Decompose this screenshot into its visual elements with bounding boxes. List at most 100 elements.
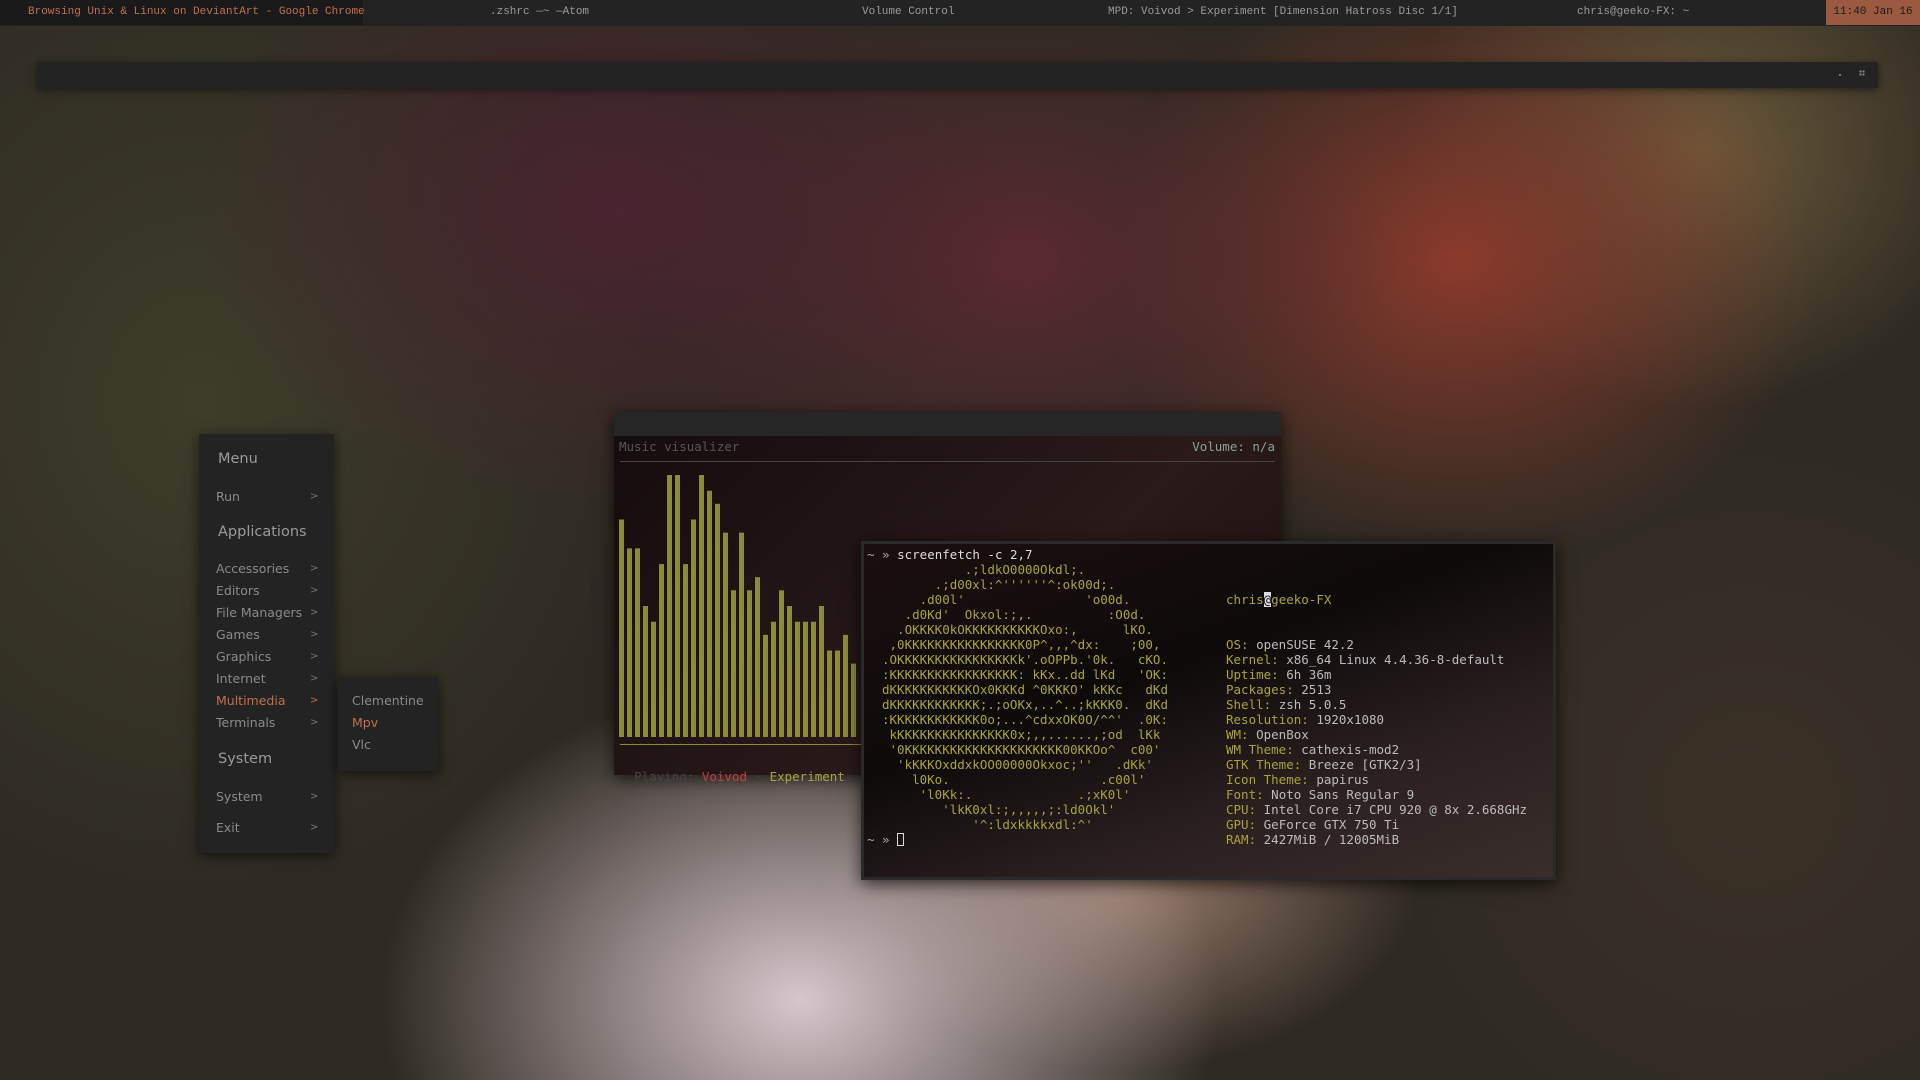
ascii-line: .d00l' 'o00d. (882, 592, 1131, 607)
info-value: 1920x1080 (1316, 712, 1385, 727)
spectrum-bar (779, 590, 784, 737)
ascii-line: .;d00xl:^''''''^:ok00d;. (882, 577, 1116, 592)
chevron-right-icon: > (310, 629, 319, 640)
info-key: RAM: (1226, 832, 1257, 847)
ascii-line: '^:ldxkkkkxdl:^' (882, 817, 1093, 832)
chevron-right-icon: > (310, 585, 319, 596)
task-terminal[interactable]: chris@geeko-FX: ~ (1577, 0, 1689, 25)
applications-header: Applications (218, 524, 307, 540)
info-line: CPU: Intel Core i7 CPU 920 @ 8x 2.668GHz (1226, 802, 1527, 817)
menu-item-accessories[interactable]: Accessories (216, 561, 289, 576)
ascii-line: kKKKKKKKKKKKKKKK0x;,,......,;od lKk (882, 727, 1161, 742)
spectrum-bar (667, 475, 672, 737)
info-line: Icon Theme: papirus (1226, 772, 1527, 787)
menu-item-editors[interactable]: Editors (216, 583, 260, 598)
ascii-line: .;ldkO0000Okdl;. (882, 562, 1086, 577)
info-line: Uptime: 6h 36m (1226, 667, 1527, 682)
info-key: Icon Theme: (1226, 772, 1309, 787)
info-key: Kernel: (1226, 652, 1279, 667)
chevron-right-icon: > (310, 491, 319, 502)
grid-icon[interactable] (1859, 70, 1865, 76)
chevron-right-icon: > (310, 673, 319, 684)
ascii-line: 'kKKKOxddxkOO00000Okxoc;'' .dKk' (882, 757, 1153, 772)
spectrum-bar (763, 634, 768, 737)
task-atom[interactable]: .zshrc —~ —Atom (490, 0, 589, 25)
info-line: WM: OpenBox (1226, 727, 1527, 742)
volume-readout: Volume: n/a (1192, 439, 1275, 454)
spectrum-bar (675, 475, 680, 737)
menu-item-system[interactable]: System (216, 789, 263, 804)
menu-item-internet[interactable]: Internet (216, 671, 266, 686)
command: screenfetch -c 2,7 (897, 547, 1033, 562)
info-value: Breeze [GTK2/3] (1308, 757, 1422, 772)
ascii-line: 'l0Kk:. .;xK0l' (882, 787, 1131, 802)
submenu-item-clementine[interactable]: Clementine (352, 693, 424, 708)
spectrum-bar (771, 621, 776, 737)
task-mpd[interactable]: MPD: Voivod > Experiment [Dimension Hatr… (1108, 0, 1458, 25)
info-line: Packages: 2513 (1226, 682, 1527, 697)
ascii-line: .OKKKK0kOKKKKKKKKKKOxo:, lKO. (882, 622, 1153, 637)
submenu-item-mpv[interactable]: Mpv (352, 715, 378, 730)
ascii-logo: .;ldkO0000Okdl;. .;d00xl:^''''''^:ok00d;… (882, 562, 1168, 832)
ascii-line: :KKKKKKKKKKKK0o;...^cdxxOK0O/^^' .0K: (882, 712, 1168, 727)
menu-title: Menu (218, 451, 258, 467)
info-line: RAM: 2427MiB / 12005MiB (1226, 832, 1527, 847)
info-value: 2427MiB / 12005MiB (1263, 832, 1400, 847)
prompt-line[interactable]: ~ » (867, 832, 905, 847)
album: Experiment (769, 769, 845, 784)
info-key: Font: (1226, 787, 1264, 802)
artist: Voivod (701, 769, 747, 784)
menu-item-graphics[interactable]: Graphics (216, 649, 271, 664)
menu-item-exit[interactable]: Exit (216, 820, 240, 835)
user: chris (1226, 592, 1264, 607)
info-line: Resolution: 1920x1080 (1226, 712, 1527, 727)
menu-item-games[interactable]: Games (216, 627, 260, 642)
ascii-line: '0KKKKKKKKKKKKKKKKKKKKK00KKOo^ c00' (882, 742, 1161, 757)
root-menu: Menu Run > Applications Accessories > Edit… (199, 434, 334, 853)
chevron-right-icon: > (310, 651, 319, 662)
cursor (897, 833, 905, 846)
chevron-right-icon: > (310, 695, 319, 706)
chevron-right-icon: > (310, 822, 319, 833)
spectrum-bar (755, 577, 760, 737)
task-chrome[interactable]: Browsing Unix & Linux on DeviantArt - Go… (0, 0, 365, 25)
info-key: WM: (1226, 727, 1249, 742)
submenu-item-vlc[interactable]: Vlc (352, 737, 371, 752)
dot-icon[interactable] (1839, 74, 1841, 76)
menu-item-run[interactable]: Run (216, 489, 240, 504)
info-value: openSUSE 42.2 (1256, 637, 1354, 652)
info-value: Noto Sans Regular 9 (1271, 787, 1415, 802)
top-panel (37, 62, 1878, 88)
info-key: Resolution: (1226, 712, 1309, 727)
spectrum-bar (819, 606, 824, 737)
spectrum-bar (707, 490, 712, 737)
ascii-line: l0Ko. .c00l' (882, 772, 1146, 787)
info-line: WM Theme: cathexis-mod2 (1226, 742, 1527, 757)
info-key: WM Theme: (1226, 742, 1294, 757)
spectrum-bar (835, 650, 840, 737)
info-key: Shell: (1226, 697, 1272, 712)
terminal-window[interactable]: ~ » screenfetch -c 2,7 .;ldkO0000Okdl;. … (861, 541, 1556, 880)
ascii-line: :KKKKKKKKKKKKKKKKK: kKx..dd lKd 'OK: (882, 667, 1168, 682)
menu-item-multimedia[interactable]: Multimedia (216, 693, 286, 708)
clock: 11:40 Jan 16 (1826, 0, 1920, 25)
info-line: OS: openSUSE 42.2 (1226, 637, 1527, 652)
spectrum-bar (803, 621, 808, 737)
ascii-line: .OKKKKKKKKKKKKKKKKk'.oOPPb.'0k. cKO. (882, 652, 1168, 667)
info-line: Font: Noto Sans Regular 9 (1226, 787, 1527, 802)
system-header: System (218, 751, 273, 767)
prompt: ~ » (867, 832, 890, 847)
titlebar[interactable] (614, 412, 1281, 436)
info-key: GTK Theme: (1226, 757, 1302, 772)
task-volume-control[interactable]: Volume Control (862, 0, 954, 25)
spectrum-bar (627, 548, 632, 737)
spectrum-bar (787, 606, 792, 737)
menu-item-file-managers[interactable]: File Managers (216, 605, 302, 620)
multimedia-submenu: Clementine Mpv Vlc (338, 677, 438, 771)
visualizer-title: Music visualizer (619, 439, 740, 454)
menu-item-terminals[interactable]: Terminals (216, 715, 275, 730)
command-line: ~ » screenfetch -c 2,7 (867, 547, 1033, 562)
info-key: Uptime: (1226, 667, 1279, 682)
info-value: 6h 36m (1286, 667, 1332, 682)
spectrum-bar (851, 663, 856, 737)
